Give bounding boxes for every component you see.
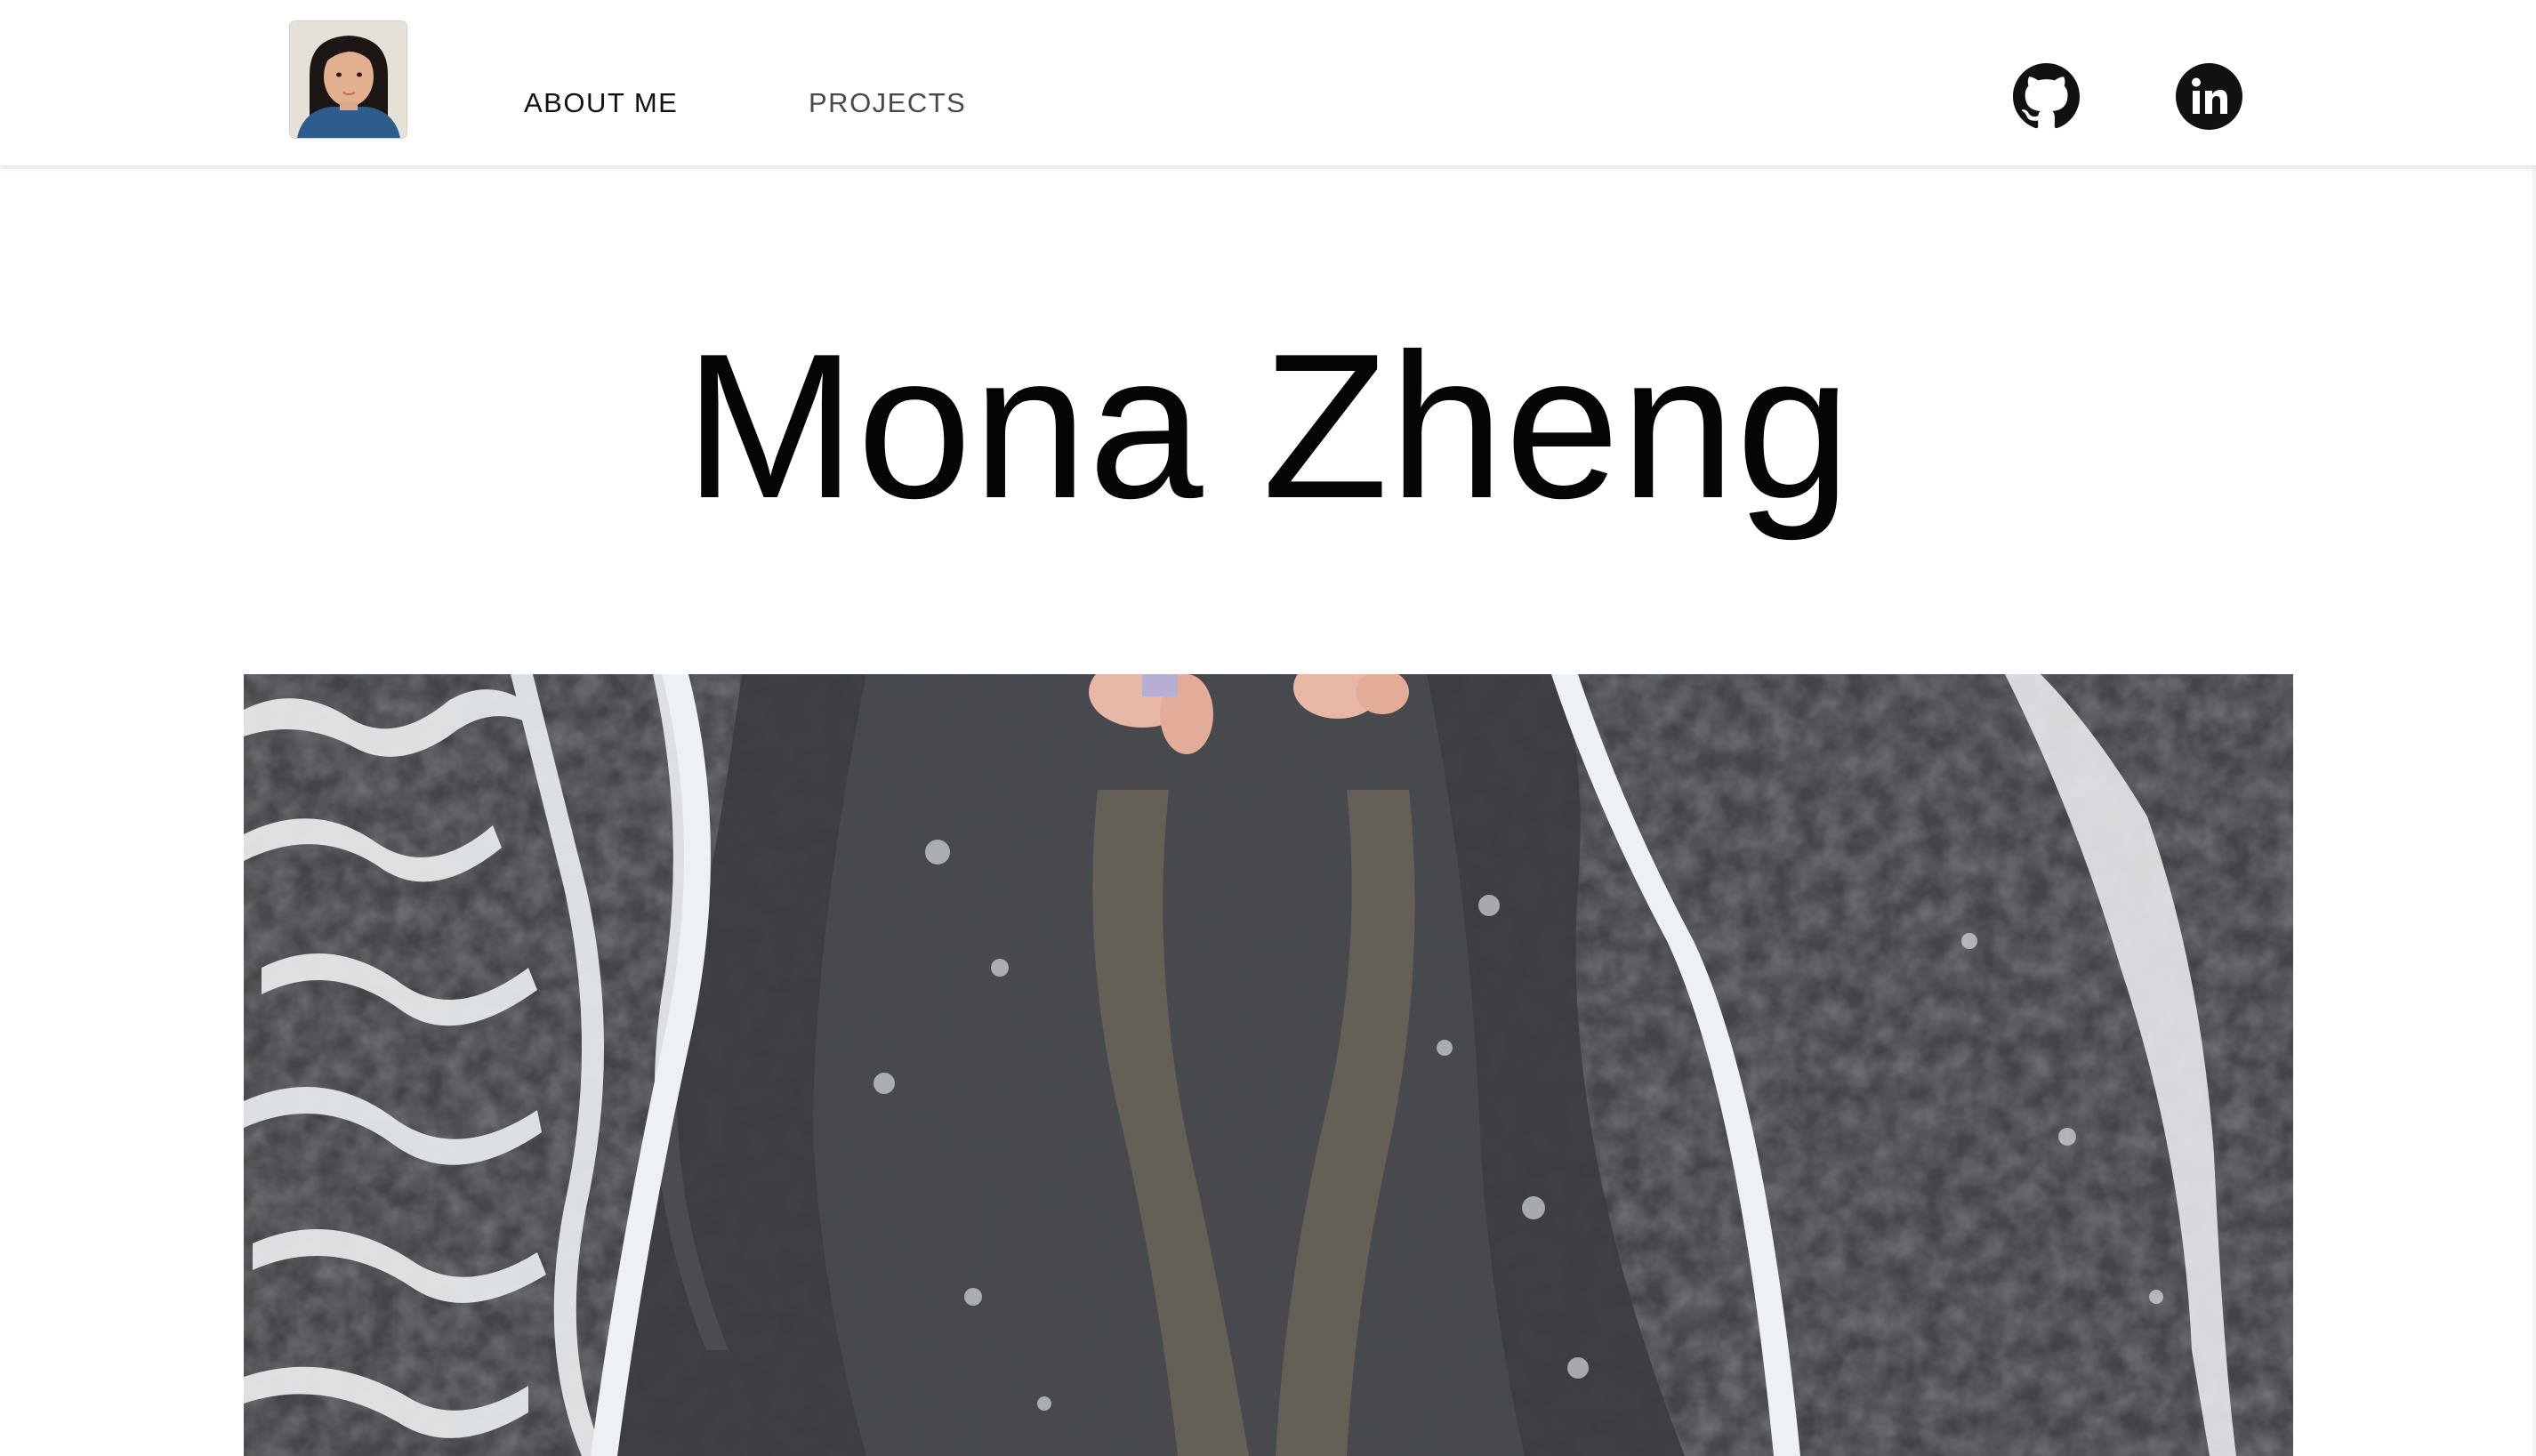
profile-photo-image bbox=[290, 21, 407, 138]
github-link[interactable] bbox=[2013, 63, 2080, 130]
nav-projects[interactable]: PROJECTS bbox=[809, 87, 966, 119]
avatar[interactable] bbox=[290, 21, 407, 138]
page-scrollbar[interactable] bbox=[2532, 165, 2536, 1456]
hero-photo bbox=[244, 674, 2293, 1456]
nav-about-me[interactable]: ABOUT ME bbox=[524, 87, 678, 119]
github-icon bbox=[2013, 63, 2080, 129]
linkedin-icon bbox=[2176, 63, 2242, 130]
linkedin-link[interactable] bbox=[2176, 63, 2242, 130]
top-navigation-bar: ABOUT ME PROJECTS bbox=[0, 0, 2536, 165]
beach-waves-photo bbox=[244, 674, 2293, 1456]
page-title: Mona Zheng bbox=[684, 311, 1852, 542]
